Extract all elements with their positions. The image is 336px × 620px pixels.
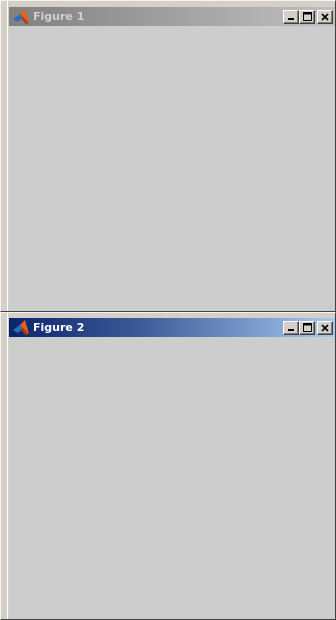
maximize-button[interactable] bbox=[299, 9, 315, 24]
figure-1-window[interactable]: Figure 1 bbox=[0, 0, 336, 312]
figure-2-title: Figure 2 bbox=[33, 321, 85, 334]
close-icon bbox=[321, 323, 329, 332]
figure-1-caption-buttons bbox=[283, 9, 333, 24]
maximize-button[interactable] bbox=[299, 320, 315, 335]
window-border bbox=[7, 313, 8, 619]
close-icon bbox=[321, 12, 329, 21]
figure-2-canvas[interactable] bbox=[9, 337, 335, 619]
close-button[interactable] bbox=[317, 9, 333, 24]
matlab-icon[interactable] bbox=[12, 319, 30, 336]
close-button[interactable] bbox=[317, 320, 333, 335]
figure-1-titlebar[interactable]: Figure 1 bbox=[9, 7, 335, 26]
figure-2-caption-buttons bbox=[283, 320, 333, 335]
figure-2-window[interactable]: Figure 2 bbox=[0, 312, 336, 620]
figure-1-title: Figure 1 bbox=[33, 10, 85, 23]
minimize-button[interactable] bbox=[283, 9, 299, 24]
maximize-icon bbox=[302, 323, 312, 332]
maximize-icon bbox=[302, 12, 312, 21]
figure-2-titlebar[interactable]: Figure 2 bbox=[9, 318, 335, 337]
minimize-icon bbox=[288, 17, 294, 20]
window-border bbox=[7, 1, 8, 311]
minimize-button[interactable] bbox=[283, 320, 299, 335]
matlab-icon[interactable] bbox=[12, 8, 30, 25]
figure-1-canvas[interactable] bbox=[9, 26, 335, 311]
minimize-icon bbox=[288, 328, 294, 331]
